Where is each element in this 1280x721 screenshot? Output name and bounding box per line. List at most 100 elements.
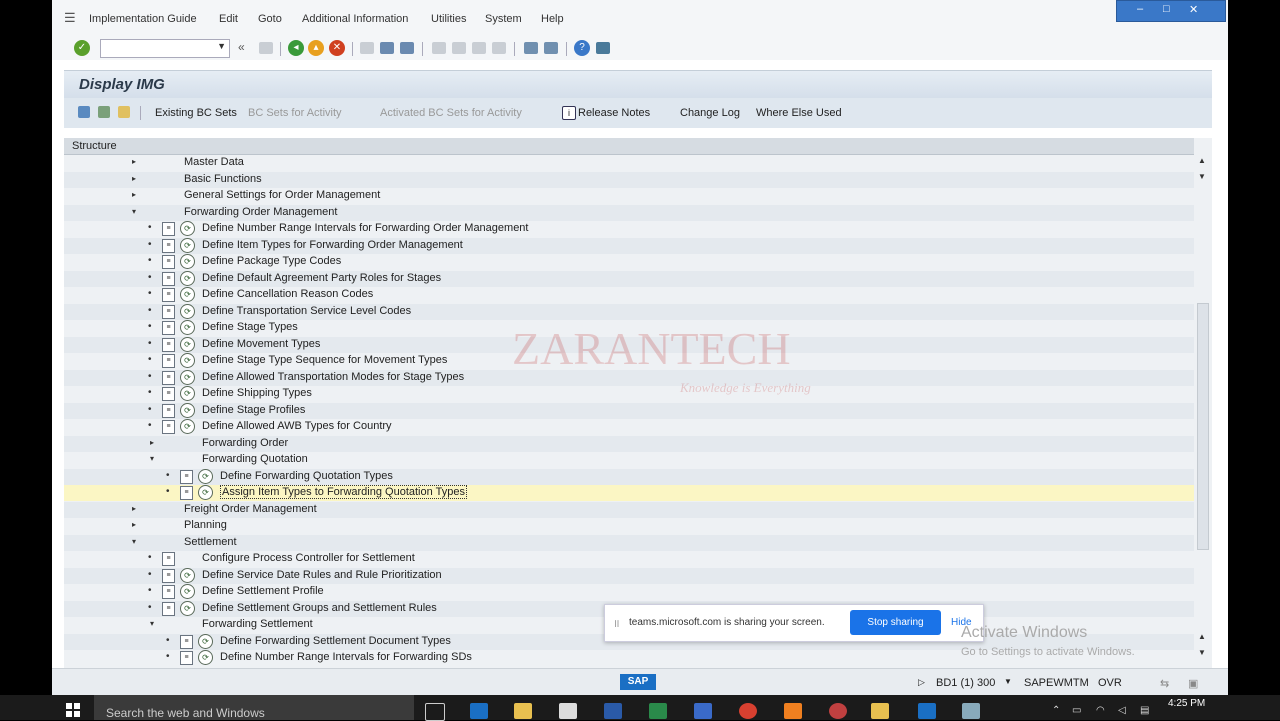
documentation-icon[interactable]: ≡ [162,601,175,616]
tree-node-label[interactable]: Master Data [184,156,244,168]
execute-activity-icon[interactable]: ⟳ [180,254,195,269]
pen-icon[interactable] [962,703,980,719]
menu-additional-information[interactable]: Additional Information [302,13,408,25]
excel-icon[interactable] [649,703,667,719]
command-field[interactable]: ▼ [100,39,230,58]
expand-node-icon[interactable]: ▸ [132,174,136,183]
tree-node-label[interactable]: Define Item Types for Forwarding Order M… [202,239,463,251]
tree-node[interactable]: • ≡ ⟳ Define Allowed Transportation Modes f… [64,369,1194,386]
status-layout-icon[interactable]: ▣ [1188,677,1198,690]
tree-node-label[interactable]: Forwarding Order [202,437,288,449]
execute-activity-icon[interactable]: ⟳ [180,402,195,418]
tree-node[interactable]: ▾ Forwarding Order Management [64,204,1194,221]
tree-node-label[interactable]: Forwarding Order Management [184,206,337,218]
tree-node[interactable]: ▸ Planning [64,518,1194,534]
documentation-icon[interactable]: ≡ [162,585,175,599]
volume-icon[interactable]: ◁ [1118,705,1126,716]
tree-node[interactable]: • ≡ ⟳ Define Service Date Rules and Rule Pr… [64,567,1194,584]
tree-node-label[interactable]: Define Number Range Intervals for Forwar… [202,222,528,234]
documentation-icon[interactable] [98,106,110,118]
tree-node-label[interactable]: Define Forwarding Settlement Document Ty… [220,635,451,647]
execute-activity-icon[interactable]: ⟳ [180,353,195,368]
tree-node[interactable]: ▸ Forwarding Order [64,435,1194,452]
tree-node[interactable]: • ≡ ⟳ Define Package Type Codes [64,254,1194,270]
tree-node-label[interactable]: Define Shipping Types [202,387,312,399]
tree-node-label[interactable]: Define Transportation Service Level Code… [202,305,411,317]
tree-node-label[interactable]: Configure Process Controller for Settlem… [202,552,415,564]
folder-icon[interactable] [118,106,130,118]
tree-node[interactable]: ▸ Freight Order Management [64,501,1194,518]
previous-page-icon[interactable] [452,42,466,54]
menu-system[interactable]: System [485,13,522,25]
execute-activity-icon[interactable]: ⟳ [198,633,213,649]
tree-node[interactable]: • ≡ ⟳ Define Settlement Profile [64,584,1194,600]
drag-handle-icon[interactable]: ॥ [613,616,620,631]
execute-activity-icon[interactable]: ⟳ [180,600,195,616]
outlook-icon[interactable] [604,703,622,719]
execute-activity-icon[interactable]: ⟳ [180,303,195,319]
execute-activity-icon[interactable]: ⟳ [180,584,195,599]
save-icon[interactable] [259,42,273,54]
tree-node-label[interactable]: Assign Item Types to Forwarding Quotatio… [220,485,467,499]
tree-node-label[interactable]: Define Settlement Profile [202,585,324,597]
tree-node[interactable]: • ≡ ⟳ Define Cancellation Reason Codes [64,287,1194,303]
tree-node-label[interactable]: Planning [184,519,227,531]
status-more-icon[interactable]: ⇆ [1160,677,1169,690]
tree-node-label[interactable]: Define Default Agreement Party Roles for… [202,272,441,284]
menu-utilities[interactable]: Utilities [431,13,466,25]
tree-node[interactable]: • ≡ Configure Process Controller for Settl… [64,551,1194,567]
tree-node[interactable]: • ≡ ⟳ Define Transportation Service Level C… [64,303,1194,320]
system-info-dropdown-icon[interactable]: ▼ [1004,677,1012,686]
change-log-button[interactable]: Change Log [680,107,740,119]
help-icon[interactable]: ? [574,40,590,56]
documentation-icon[interactable]: ≡ [162,420,175,434]
documentation-icon[interactable]: ≡ [162,321,175,335]
collapse-node-icon[interactable]: ▾ [150,454,154,463]
tree-node[interactable]: • ≡ ⟳ Define Item Types for Forwarding Orde… [64,237,1194,254]
expand-node-icon[interactable]: ▸ [132,520,136,529]
scroll-down-icon[interactable]: ▼ [1198,172,1206,181]
tree-node-label[interactable]: Define Settlement Groups and Settlement … [202,602,437,614]
documentation-icon[interactable]: ≡ [162,337,175,352]
wifi-icon[interactable]: ◠ [1096,705,1105,716]
find-next-icon[interactable] [400,42,414,54]
documentation-icon[interactable]: ≡ [162,304,175,319]
browser-icon[interactable] [829,703,847,719]
edge-icon[interactable] [470,703,488,719]
chrome-icon[interactable] [739,703,757,719]
network-icon[interactable]: ▭ [1072,705,1081,716]
collapse-icon[interactable]: « [238,40,245,54]
last-page-icon[interactable] [492,42,506,54]
execute-activity-icon[interactable]: ⟳ [180,287,195,302]
execute-activity-icon[interactable]: ⟳ [180,221,195,236]
documentation-icon[interactable]: ≡ [180,634,193,649]
find-icon[interactable] [380,42,394,54]
menu-goto[interactable]: Goto [258,13,282,25]
documentation-icon[interactable]: ≡ [180,469,193,484]
maximize-icon[interactable]: □ [1163,3,1170,15]
documentation-icon[interactable]: ≡ [162,238,175,253]
tree-node-label[interactable]: Define Allowed Transportation Modes for … [202,371,464,383]
scroll-up-icon[interactable]: ▲ [1198,156,1206,165]
tree-node-label[interactable]: Define Stage Type Sequence for Movement … [202,354,447,366]
status-expand-icon[interactable]: ▷ [918,677,925,688]
bc-sets-for-activity-button[interactable]: BC Sets for Activity [248,107,342,119]
expand-node-icon[interactable]: ▸ [150,438,154,447]
tree-node[interactable]: ▸ Basic Functions [64,171,1194,188]
tree-node-label[interactable]: Define Service Date Rules and Rule Prior… [202,569,442,581]
activated-bc-sets-button[interactable]: Activated BC Sets for Activity [380,107,522,119]
tree-node-label[interactable]: Define Stage Profiles [202,404,305,416]
tree-node[interactable]: ▸ Master Data [64,155,1194,171]
documentation-icon[interactable]: ≡ [162,370,175,385]
tree-node-label[interactable]: Basic Functions [184,173,262,185]
ie-icon[interactable] [918,703,936,719]
where-else-used-button[interactable]: Where Else Used [756,107,842,119]
scroll-thumb[interactable] [1197,303,1209,550]
tree-node[interactable]: • ≡ ⟳ Define Forwarding Quotation Types [64,468,1194,485]
file-explorer-icon[interactable] [514,703,532,719]
documentation-icon[interactable]: ≡ [180,486,193,500]
minimize-icon[interactable]: – [1137,3,1143,15]
documentation-icon[interactable]: ≡ [162,288,175,302]
documentation-icon[interactable]: ≡ [162,387,175,401]
app-icon[interactable] [784,703,802,719]
